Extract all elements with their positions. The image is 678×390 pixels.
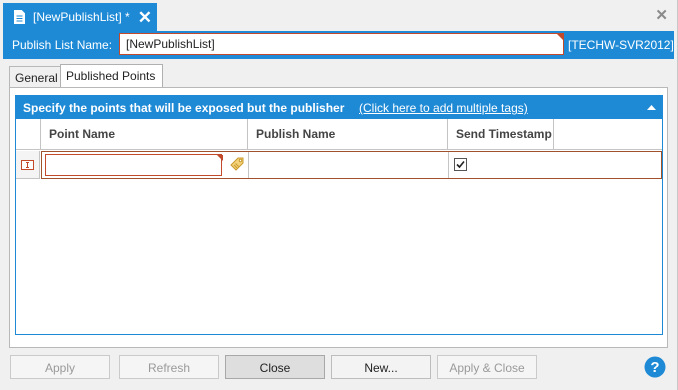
cell-divider xyxy=(248,152,249,178)
column-point-name[interactable]: Point Name xyxy=(41,119,248,150)
column-send-timestamp[interactable]: Send Timestamp xyxy=(448,119,554,150)
tab-close-icon[interactable]: ✕ xyxy=(138,9,152,26)
apply-button[interactable]: Apply xyxy=(10,355,110,379)
row-cells xyxy=(41,151,662,179)
svg-text:?: ? xyxy=(650,359,659,376)
publish-list-name-input[interactable] xyxy=(119,33,564,55)
server-name-label: [TECHW-SVR2012] xyxy=(568,38,674,52)
tag-browse-icon[interactable] xyxy=(230,157,244,171)
checkmark-icon xyxy=(456,160,465,169)
publish-list-name-label: Publish List Name: xyxy=(12,38,113,52)
new-button[interactable]: New... xyxy=(331,355,431,379)
document-tab-strip: [NewPublishList] * ✕ ✕ xyxy=(0,0,677,31)
cell-divider xyxy=(448,152,449,178)
row-indicator[interactable] xyxy=(16,151,40,179)
help-icon[interactable]: ? xyxy=(644,356,666,378)
document-tab-title: [NewPublishList] * xyxy=(33,10,130,24)
publish-list-window: [NewPublishList] * ✕ ✕ Publish List Name… xyxy=(0,0,678,390)
points-group-header: Specify the points that will be exposed … xyxy=(16,96,662,119)
row-indicator-header xyxy=(16,119,41,150)
validation-corner-icon xyxy=(557,34,563,40)
publish-list-header: Publish List Name: [TECHW-SVR2012] xyxy=(3,31,674,59)
add-multiple-tags-link[interactable]: (Click here to add multiple tags) xyxy=(359,101,528,115)
edit-row-icon xyxy=(21,159,34,170)
table-row[interactable] xyxy=(16,151,662,179)
document-tab[interactable]: [NewPublishList] * ✕ xyxy=(3,3,157,31)
window-close-icon[interactable]: ✕ xyxy=(655,6,668,24)
send-timestamp-checkbox[interactable] xyxy=(454,158,467,171)
chevron-up-icon[interactable] xyxy=(647,104,656,110)
published-points-panel: Specify the points that will be exposed … xyxy=(9,87,668,348)
close-button[interactable]: Close xyxy=(225,355,325,379)
tab-published-points[interactable]: Published Points xyxy=(60,64,163,89)
refresh-button[interactable]: Refresh xyxy=(119,355,219,379)
points-group-title: Specify the points that will be exposed … xyxy=(23,101,345,115)
validation-corner-icon xyxy=(217,155,223,161)
action-bar: Apply Refresh Close New... Apply & Close… xyxy=(3,350,674,390)
document-icon xyxy=(14,10,25,24)
apply-and-close-button[interactable]: Apply & Close xyxy=(437,355,537,379)
grid-header: Point Name Publish Name Send Timestamp xyxy=(16,119,662,150)
column-publish-name[interactable]: Publish Name xyxy=(248,119,448,150)
point-name-input[interactable] xyxy=(45,154,222,176)
tab-general[interactable]: General xyxy=(9,66,61,88)
points-group: Specify the points that will be exposed … xyxy=(15,95,663,335)
